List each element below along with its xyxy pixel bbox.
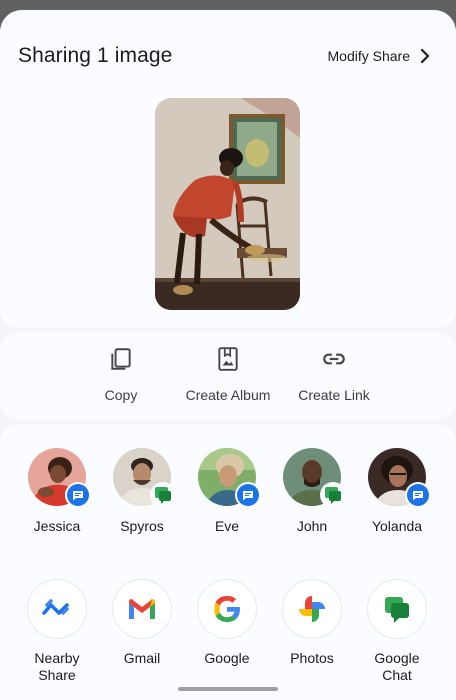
- create-link-label: Create Link: [298, 387, 370, 403]
- app-name: Photos: [290, 650, 334, 666]
- contact-name: Jessica: [33, 518, 81, 534]
- gmail-icon: [129, 599, 155, 619]
- modify-share-button[interactable]: Modify Share: [328, 48, 430, 64]
- copy-button[interactable]: Copy: [61, 346, 181, 403]
- messages-icon: [237, 484, 259, 506]
- app-icon-container: [28, 580, 86, 638]
- app-photos[interactable]: Photos: [269, 580, 355, 667]
- copy-icon: [111, 348, 131, 370]
- app-name: Nearby Share: [34, 650, 80, 683]
- gesture-navigation-bar[interactable]: [178, 687, 278, 691]
- google-chat-icon: [155, 487, 171, 504]
- contact-name: Spyros: [120, 518, 164, 534]
- app-name: Gmail: [123, 650, 161, 666]
- contact-spyros[interactable]: Spyros: [99, 448, 185, 535]
- contact-name: Yolanda: [371, 518, 423, 534]
- create-album-label: Create Album: [185, 387, 271, 403]
- messages-badge: [405, 482, 431, 508]
- create-link-button[interactable]: Create Link: [274, 346, 394, 403]
- modify-share-label: Modify Share: [327, 48, 410, 64]
- app-google-chat[interactable]: Google Chat: [354, 580, 440, 684]
- contact-jessica[interactable]: Jessica: [14, 448, 100, 535]
- image-preview: [155, 98, 300, 310]
- chat-badge: [150, 482, 176, 508]
- google-chat-icon: [385, 597, 409, 623]
- messages-icon: [67, 484, 89, 506]
- contact-john[interactable]: John: [269, 448, 355, 535]
- preview-card: Sharing 1 image Modify Share: [0, 10, 456, 328]
- app-icon-container: [368, 580, 426, 638]
- sheet-title: Sharing 1 image: [18, 44, 173, 67]
- nearby-share-icon: [42, 599, 69, 615]
- copy-label: Copy: [104, 387, 138, 403]
- app-nearby-share[interactable]: Nearby Share: [14, 580, 100, 684]
- contact-eve[interactable]: Eve: [184, 448, 270, 535]
- contact-yolanda[interactable]: Yolanda: [354, 448, 440, 535]
- google-photos-icon: [299, 596, 325, 622]
- share-targets-card: Jessica Spyros Eve John Yolanda Nearby S…: [0, 424, 456, 700]
- preview-photo: [155, 98, 300, 310]
- app-icon-container: [113, 580, 171, 638]
- contact-name: Eve: [214, 518, 240, 534]
- app-name: Google: [204, 650, 250, 666]
- messages-icon: [407, 484, 429, 506]
- messages-badge: [65, 482, 91, 508]
- google-icon: [214, 595, 240, 622]
- messages-badge: [235, 482, 261, 508]
- app-icon-container: [198, 580, 256, 638]
- google-chat-icon: [325, 487, 341, 504]
- app-google[interactable]: Google: [184, 580, 270, 667]
- actions-card: Copy Create Album Create Link: [0, 332, 456, 420]
- album-icon: [218, 347, 238, 371]
- share-sheet: Sharing 1 image Modify Share Copy Create…: [0, 10, 456, 700]
- link-icon: [323, 353, 345, 365]
- contact-name: John: [296, 518, 328, 534]
- app-icon-container: [283, 580, 341, 638]
- chat-badge: [320, 482, 346, 508]
- create-album-button[interactable]: Create Album: [168, 346, 288, 403]
- app-name: Google Chat: [374, 650, 420, 683]
- chevron-right-icon: [420, 49, 430, 63]
- app-gmail[interactable]: Gmail: [99, 580, 185, 667]
